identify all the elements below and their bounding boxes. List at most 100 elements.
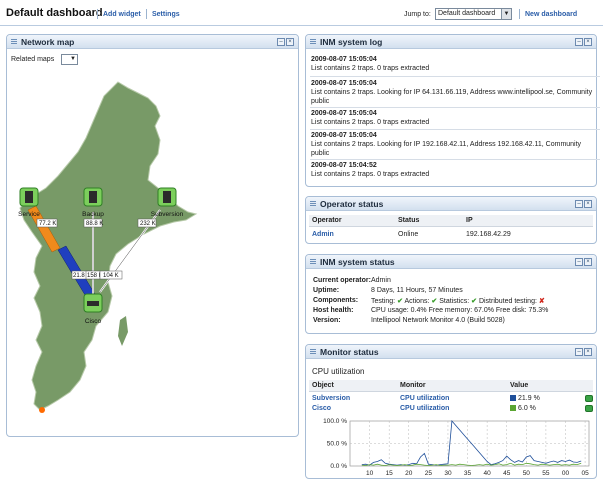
monitor-object-link[interactable]: Cisco — [312, 405, 331, 412]
x-tick-label: 55 — [542, 470, 550, 477]
divider — [310, 159, 600, 160]
divider — [310, 129, 600, 130]
divider — [310, 76, 600, 77]
close-icon[interactable]: × — [584, 200, 592, 208]
minimize-icon[interactable]: – — [575, 348, 583, 356]
new-dashboard-link[interactable]: New dashboard — [525, 11, 577, 18]
column-header: Monitor — [400, 382, 426, 389]
monitor-name-link[interactable]: CPU utilization — [400, 405, 449, 412]
table-header: Operator Status IP — [309, 215, 593, 227]
x-tick-label: 20 — [405, 470, 413, 477]
monitor-value: 6.0 % — [510, 405, 536, 412]
country-map-shape — [19, 81, 198, 411]
node-service[interactable]: Service — [18, 187, 40, 218]
current-operator-value: Admin — [371, 277, 391, 284]
log-timestamp: 2009-08-07 15:05:04 — [311, 56, 377, 63]
monitor-subtitle: CPU utilization — [312, 367, 365, 376]
drag-handle-icon[interactable] — [310, 201, 316, 207]
column-header: Operator — [312, 217, 342, 224]
minimize-icon[interactable]: – — [575, 258, 583, 266]
drag-handle-icon[interactable] — [310, 259, 316, 265]
components-label: Components: — [313, 297, 359, 304]
column-header: Object — [312, 382, 334, 389]
node-cisco[interactable]: Cisco — [83, 293, 103, 325]
system-status-panel: INM system status – × Current operator: A… — [305, 254, 597, 334]
check-icon: ✔ — [431, 298, 438, 305]
close-icon[interactable]: × — [584, 348, 592, 356]
minimize-icon[interactable]: – — [575, 38, 583, 46]
y-tick-label: 100.0 % — [323, 418, 347, 425]
panel-title: INM system status — [320, 257, 395, 267]
monitor-status-icon[interactable] — [585, 395, 593, 402]
traffic-label: 77.2 K — [39, 221, 56, 227]
server-icon — [163, 191, 171, 203]
drag-handle-icon[interactable] — [310, 39, 316, 45]
log-entry: 2009-08-07 15:05:04 List contains 2 trap… — [311, 79, 599, 106]
y-tick-label: 0.0 % — [330, 463, 347, 470]
uptime-label: Uptime: — [313, 287, 340, 294]
server-icon — [25, 191, 33, 203]
check-icon: ✔ — [397, 298, 403, 305]
chevron-down-icon[interactable]: ▼ — [501, 9, 511, 19]
monitor-name-link[interactable]: CPU utilization — [400, 395, 449, 402]
x-tick-label: 15 — [386, 470, 394, 477]
log-entry: 2009-08-07 15:05:04 List contains 2 trap… — [311, 131, 599, 158]
jump-to-label: Jump to: — [404, 11, 431, 18]
server-icon — [89, 191, 97, 203]
divider — [519, 9, 520, 19]
operator-link[interactable]: Admin — [312, 231, 334, 238]
host-health-value: CPU usage: 0.4% Free memory: 67.0% Free … — [371, 307, 549, 314]
x-tick-label: 40 — [484, 470, 492, 477]
panel-header: Monitor status – × — [306, 345, 596, 359]
log-entry: 2009-08-07 15:05:04 List contains 2 trap… — [311, 109, 599, 127]
component-actions: Actions: — [404, 298, 430, 305]
node-label: Backup — [82, 211, 104, 218]
traffic-label: 232 K — [140, 221, 156, 227]
x-tick-label: 00 — [562, 470, 570, 477]
log-timestamp: 2009-08-07 15:05:04 — [311, 110, 377, 117]
x-tick-label: 45 — [503, 470, 511, 477]
version-value: Intellipool Network Monitor 4.0 (Build 5… — [371, 317, 505, 324]
monitor-value: 21.9 % — [510, 395, 540, 402]
divider — [310, 107, 600, 108]
drag-handle-icon[interactable] — [310, 349, 316, 355]
operator-status-value: Online — [398, 231, 419, 238]
node-backup[interactable]: Backup — [82, 187, 104, 218]
panel-title: Monitor status — [320, 347, 379, 357]
monitor-object-link[interactable]: Subversion — [312, 395, 350, 402]
log-message: List contains 2 traps. Looking for IP 64… — [311, 89, 593, 105]
x-tick-label: 25 — [425, 470, 433, 477]
log-entry: 2009-08-07 15:05:04 List contains 2 trap… — [311, 55, 599, 73]
panel-title: Operator status — [320, 199, 384, 209]
component-statistics: Statistics: — [439, 298, 470, 305]
system-log-panel: INM system log – × 2009-08-07 15:05:04 Li… — [305, 34, 600, 187]
node-label: Subversion — [151, 211, 184, 218]
minimize-icon[interactable]: – — [575, 200, 583, 208]
close-icon[interactable]: × — [584, 258, 592, 266]
x-tick-label: 35 — [464, 470, 472, 477]
series-swatch — [510, 405, 516, 411]
panel-header: INM system log – × — [306, 35, 596, 49]
log-timestamp: 2009-08-07 15:04:52 — [311, 162, 377, 169]
x-tick-label: 10 — [366, 470, 374, 477]
x-tick-label: 30 — [444, 470, 452, 477]
x-tick-label: 05 — [581, 470, 589, 477]
log-timestamp: 2009-08-07 15:05:04 — [311, 80, 377, 87]
jump-to-select[interactable]: Default dashboard ▼ — [435, 8, 512, 20]
log-message: List contains 2 traps. 0 traps extracted — [311, 119, 430, 126]
table-header: Object Monitor Value — [309, 380, 593, 392]
map-marker[interactable] — [39, 407, 45, 413]
host-health-label: Host health: — [313, 307, 354, 314]
column-header: Value — [510, 382, 529, 389]
series-swatch — [510, 395, 516, 401]
panel-header: Operator status – × — [306, 197, 596, 211]
check-icon: ✔ — [471, 298, 477, 305]
traffic-label: 88.8 K — [86, 221, 103, 227]
cross-icon: ✘ — [538, 298, 545, 305]
close-icon[interactable]: × — [584, 38, 592, 46]
uptime-value: 8 Days, 11 Hours, 57 Minutes — [371, 287, 463, 294]
island-shape — [118, 316, 128, 346]
monitor-status-icon[interactable] — [585, 405, 593, 412]
network-map-canvas: Service Backup Subversion Cisco 77.2 K 8… — [18, 81, 198, 413]
traffic-label: 104 K — [103, 273, 119, 279]
